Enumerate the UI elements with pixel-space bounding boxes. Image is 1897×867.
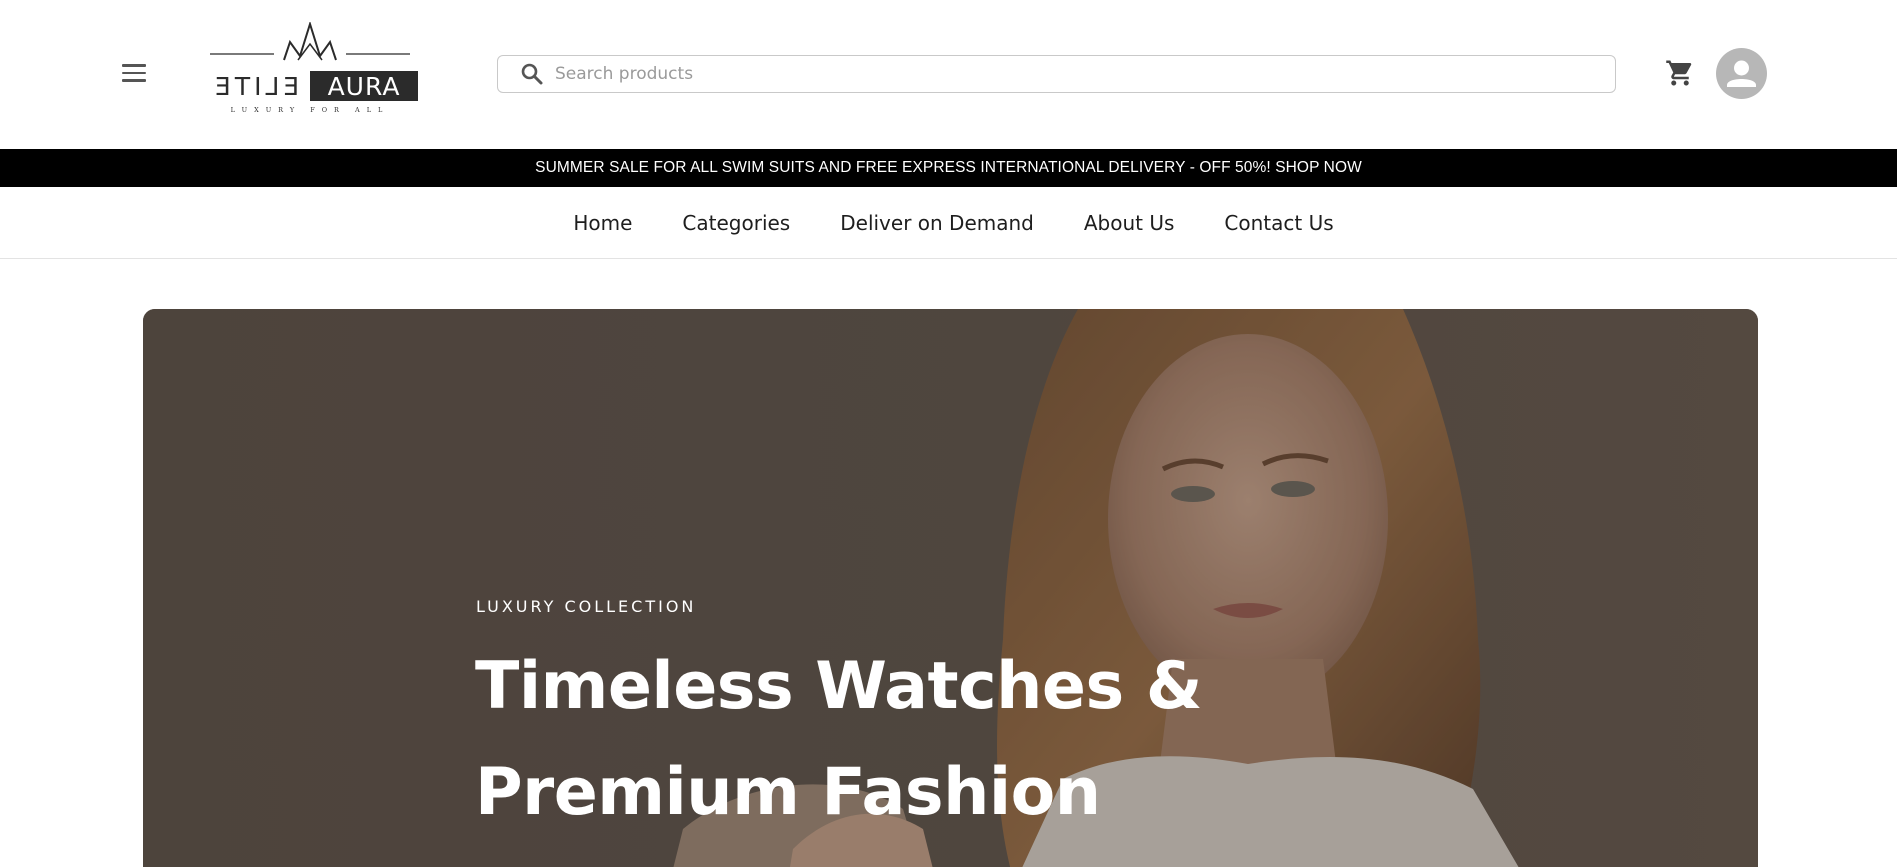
hero-title-line-1: Timeless Watches & xyxy=(475,649,1203,724)
brand-logo[interactable]: ELITE AURA LUXURY FOR ALL xyxy=(202,22,418,118)
nav-item-contact-us[interactable]: Contact Us xyxy=(1224,211,1333,235)
crown-icon xyxy=(210,22,410,61)
user-avatar-icon[interactable] xyxy=(1716,48,1767,99)
hero-eyebrow: LUXURY COLLECTION xyxy=(476,597,697,616)
logo-wordmark-elite: ELITE xyxy=(210,71,300,101)
site-header: ELITE AURA LUXURY FOR ALL xyxy=(0,0,1897,149)
search-bar[interactable] xyxy=(497,55,1616,93)
search-icon xyxy=(521,63,543,85)
person-icon xyxy=(1727,60,1756,87)
hero-title-line-2: Premium Fashion xyxy=(475,755,1101,830)
logo-wordmark-aura: AURA xyxy=(327,71,401,101)
shopping-cart-icon[interactable] xyxy=(1665,58,1695,88)
logo-wordmark-aura-box: AURA xyxy=(310,71,418,101)
main-nav: Home Categories Deliver on Demand About … xyxy=(0,187,1897,259)
search-input[interactable] xyxy=(555,64,1555,84)
promo-text: SUMMER SALE FOR ALL SWIM SUITS AND FREE … xyxy=(535,159,1362,176)
hamburger-menu-icon[interactable] xyxy=(118,58,150,88)
nav-item-categories[interactable]: Categories xyxy=(682,211,790,235)
hero-banner: LUXURY COLLECTION Timeless Watches & Pre… xyxy=(143,309,1758,867)
logo-tagline: LUXURY FOR ALL xyxy=(230,106,390,114)
hero-title: Timeless Watches & Premium Fashion xyxy=(475,634,1375,846)
promo-banner[interactable]: SUMMER SALE FOR ALL SWIM SUITS AND FREE … xyxy=(0,149,1897,187)
nav-item-about-us[interactable]: About Us xyxy=(1084,211,1175,235)
nav-item-deliver-on-demand[interactable]: Deliver on Demand xyxy=(840,211,1034,235)
nav-item-home[interactable]: Home xyxy=(573,211,632,235)
